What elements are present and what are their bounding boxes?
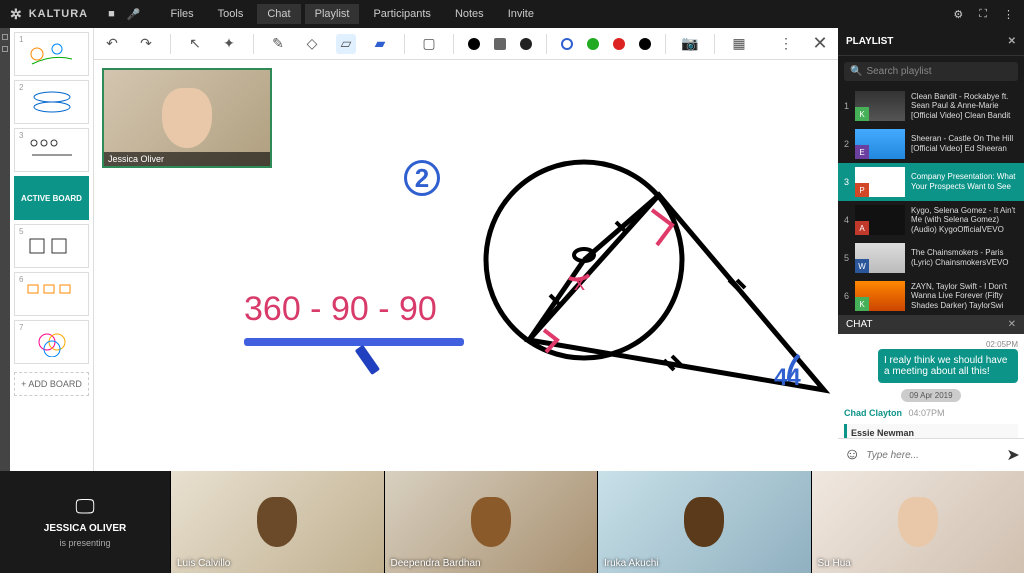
color-black[interactable] xyxy=(468,38,480,50)
fullscreen-icon[interactable]: ⛶ xyxy=(979,8,987,21)
rail-dot[interactable] xyxy=(2,46,8,52)
toolbar: ↶ ↷ ↖ ✦ ✎ ◇ ▱ ▰ ▢ 📷 ▦ ⋮ xyxy=(94,28,838,60)
more-icon[interactable]: ⋮ xyxy=(1003,8,1014,21)
marker-icon[interactable]: ▰ xyxy=(370,34,390,54)
brand-logo: ✲ KALTURA xyxy=(10,6,88,23)
menu-participants[interactable]: Participants xyxy=(363,4,440,24)
video-tile[interactable]: Su Hua xyxy=(811,471,1024,573)
canvas-column: ↶ ↷ ↖ ✦ ✎ ◇ ▱ ▰ ▢ 📷 ▦ ⋮ xyxy=(94,28,838,471)
emoji-icon[interactable]: ☺ xyxy=(844,446,860,464)
chat-quote: Essie Newman I realy think we should hav… xyxy=(844,424,1018,438)
playlist-item[interactable]: 1 K Clean Bandit - Rockabye ft. Sean Pau… xyxy=(838,87,1024,125)
highlighter-icon[interactable]: ▱ xyxy=(336,34,356,54)
board-thumb-7[interactable]: 7 xyxy=(14,320,89,364)
chat-close-icon[interactable]: ✕ xyxy=(1008,319,1016,330)
presenter-pip[interactable]: Jessica Oliver xyxy=(102,68,272,168)
color-black2[interactable] xyxy=(639,38,651,50)
chat-input[interactable] xyxy=(866,450,1000,461)
board-thumb-5[interactable]: 5 xyxy=(14,224,89,268)
shape-icon[interactable]: ▢ xyxy=(419,34,439,54)
top-av-icons: ■ 🎤 xyxy=(108,8,140,21)
color-green[interactable] xyxy=(587,38,599,50)
color-gray[interactable] xyxy=(494,38,506,50)
board-thumb-6[interactable]: 6 xyxy=(14,272,89,316)
chat-user-row: Chad Clayton 04:07PM xyxy=(844,408,1018,418)
board-thumb-3[interactable]: 3 xyxy=(14,128,89,172)
menu-chat[interactable]: Chat xyxy=(257,4,300,24)
playlist-close-icon[interactable]: ✕ xyxy=(1008,36,1016,47)
geometry-drawing: x 44 xyxy=(474,130,838,430)
menu-files[interactable]: Files xyxy=(160,4,203,24)
camera-tool-icon[interactable]: 📷 xyxy=(680,34,700,54)
menu-invite[interactable]: Invite xyxy=(498,4,544,24)
angle-44-label: 44 xyxy=(774,364,801,391)
brand-text: KALTURA xyxy=(29,8,88,20)
angle-x-label: x xyxy=(574,270,585,295)
chat-header: CHAT ✕ xyxy=(838,315,1024,334)
chat-input-row: ☺ ➤ xyxy=(838,438,1024,471)
video-tile[interactable]: Iruka Akuchi xyxy=(597,471,811,573)
color-red[interactable] xyxy=(613,38,625,50)
video-tile[interactable]: Deependra Bardhan xyxy=(384,471,598,573)
board-thumb-1[interactable]: 1 xyxy=(14,32,89,76)
playlist-search[interactable]: 🔍 Search playlist xyxy=(844,62,1018,81)
toolbar-more-icon[interactable]: ⋮ xyxy=(776,34,796,54)
board-thumb-active[interactable]: ACTIVE BOARD xyxy=(14,176,89,220)
chat-body[interactable]: 02:05PM I realy think we should have a m… xyxy=(838,334,1024,438)
redo-icon[interactable]: ↷ xyxy=(136,34,156,54)
presenter-screen-icon: 🖵 xyxy=(75,496,94,519)
color-blue-ring[interactable] xyxy=(561,38,573,50)
top-menu: Files Tools Chat Playlist Participants N… xyxy=(160,4,544,24)
presenter-card[interactable]: 🖵 JESSICA OLIVER is presenting xyxy=(0,471,170,573)
mic-icon[interactable]: 🎤 xyxy=(127,8,141,21)
circled-number: 2 xyxy=(404,160,440,196)
menu-notes[interactable]: Notes xyxy=(445,4,494,24)
chat-date-pill: 09 Apr 2019 xyxy=(901,389,960,402)
menu-playlist[interactable]: Playlist xyxy=(305,4,360,24)
pencil-icon[interactable]: ✎ xyxy=(268,34,288,54)
sparkle-icon[interactable]: ✦ xyxy=(219,34,239,54)
main-area: 1 2 3 ACTIVE BOARD 5 6 7 + ADD BOARD ↶ ↷… xyxy=(0,28,1024,471)
send-icon[interactable]: ➤ xyxy=(1006,445,1019,465)
board-thumbnails: 1 2 3 ACTIVE BOARD 5 6 7 + ADD BOARD xyxy=(10,28,94,471)
playlist-item[interactable]: 5 W The Chainsmokers - Paris (Lyric) Cha… xyxy=(838,239,1024,277)
playlist-item[interactable]: 2 E Sheeran - Castle On The Hill [Offici… xyxy=(838,125,1024,163)
menu-tools[interactable]: Tools xyxy=(208,4,254,24)
video-tile[interactable]: Luis Calvillo xyxy=(170,471,384,573)
pointer-icon[interactable]: ↖ xyxy=(185,34,205,54)
whiteboard-canvas[interactable]: Jessica Oliver 2 360 - 90 - 90 x xyxy=(94,60,838,471)
top-bar: ✲ KALTURA ■ 🎤 Files Tools Chat Playlist … xyxy=(0,0,1024,28)
playlist-item-active[interactable]: 3 P Company Presentation: What Your Pros… xyxy=(838,163,1024,201)
equation-text: 360 - 90 - 90 xyxy=(244,290,437,329)
board-thumb-2[interactable]: 2 xyxy=(14,80,89,124)
brand-sun-icon: ✲ xyxy=(10,6,23,23)
playlist-item[interactable]: 4 A Kygo, Selena Gomez - It Ain't Me (wi… xyxy=(838,201,1024,239)
rail-dot[interactable] xyxy=(2,34,8,40)
color-dark[interactable] xyxy=(520,38,532,50)
pip-label: Jessica Oliver xyxy=(104,152,270,166)
search-icon: 🔍 xyxy=(850,66,862,77)
eraser-icon[interactable]: ◇ xyxy=(302,34,322,54)
top-right-controls: ⚙ ⛶ ⋮ xyxy=(953,8,1014,21)
add-board-button[interactable]: + ADD BOARD xyxy=(14,372,89,396)
playlist-item[interactable]: 6 K ZAYN, Taylor Swift - I Don't Wanna L… xyxy=(838,277,1024,315)
camera-icon[interactable]: ■ xyxy=(108,8,115,21)
playlist-header: PLAYLIST ✕ xyxy=(838,28,1024,56)
chat-panel: CHAT ✕ 02:05PM I realy think we should h… xyxy=(838,315,1024,471)
left-rail xyxy=(0,28,10,471)
grid-icon[interactable]: ▦ xyxy=(729,34,749,54)
toolbar-close-icon[interactable]: ✕ xyxy=(810,34,830,54)
settings-icon[interactable]: ⚙ xyxy=(953,8,963,21)
playlist-items: 1 K Clean Bandit - Rockabye ft. Sean Pau… xyxy=(838,87,1024,315)
underline-mark xyxy=(244,338,464,346)
chat-sent-message: 02:05PM I realy think we should have a m… xyxy=(878,340,1018,383)
right-panel: PLAYLIST ✕ 🔍 Search playlist 1 K Clean B… xyxy=(838,28,1024,471)
undo-icon[interactable]: ↶ xyxy=(102,34,122,54)
video-strip: 🖵 JESSICA OLIVER is presenting Luis Calv… xyxy=(0,471,1024,573)
